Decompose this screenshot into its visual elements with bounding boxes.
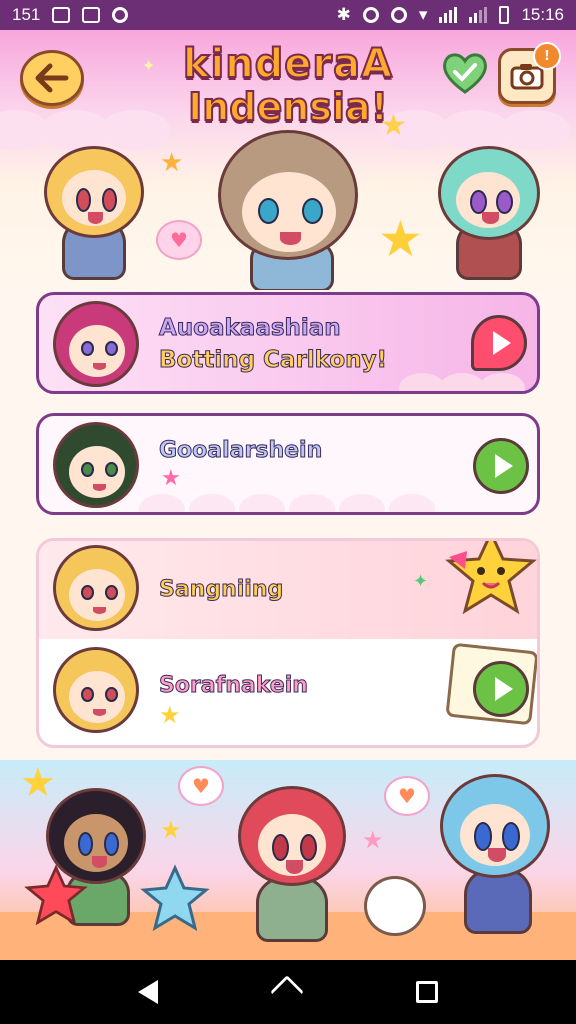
wifi-icon: ▾ [418, 5, 428, 24]
status-bar-right: ✱ ▾ 15:16 [337, 5, 564, 25]
alarm-icon [390, 7, 407, 23]
character-bottom-3 [430, 760, 560, 940]
heart-bubble-icon: ♥ [384, 776, 430, 816]
sparkle-icon: ✦ [142, 56, 156, 75]
card-1-subtitle: Botting Carlkony! [158, 347, 388, 374]
back-button[interactable] [20, 50, 84, 106]
status-bar-left: 151 [12, 5, 129, 25]
star-icon: ★ [378, 210, 423, 268]
star-mascot-icon [140, 864, 210, 932]
heart-bubble-icon: ♥ [178, 766, 224, 806]
status-bar: 151 ✱ ▾ 15:16 [0, 0, 576, 30]
play-icon [494, 454, 513, 478]
character-left [40, 140, 150, 290]
mail-icon [82, 7, 101, 23]
nav-recent-apps-icon[interactable] [415, 981, 438, 1003]
star-icon: ★ [362, 826, 384, 854]
settings-icon [112, 7, 129, 23]
navigation-bar [0, 960, 576, 1024]
nfc-icon [362, 7, 379, 23]
star-icon: ★ [160, 148, 184, 178]
menu-card-1[interactable]: Auoakaashian Botting Carlkony! [36, 292, 540, 394]
character-center [214, 126, 364, 290]
play-icon [494, 677, 513, 701]
character-bottom-2 [232, 780, 352, 950]
star-icon: ★ [380, 108, 407, 143]
character-right [430, 140, 550, 290]
characters-strip: ♥ ♥ ★ ★ ★ [0, 760, 576, 960]
gallery-icon [52, 7, 71, 23]
app-title-line1: kinderaA [182, 41, 394, 87]
signal-icon [439, 7, 458, 23]
round-mascot [364, 876, 426, 936]
nav-back-icon[interactable] [138, 980, 159, 1004]
card-1-title: Auoakaashian [159, 315, 342, 342]
card-2-title: Gooalarshein [158, 438, 323, 464]
star-mascot-icon [445, 541, 537, 615]
avatar [51, 420, 143, 512]
play-button[interactable] [473, 438, 529, 494]
star-mascot-icon [24, 864, 88, 926]
notification-badge: ! [533, 42, 561, 70]
arrow-left-icon [35, 63, 69, 93]
avatar [51, 645, 143, 737]
card-3-title: Sangniing [158, 577, 284, 603]
heart-bubble-icon: ♥ [156, 220, 202, 260]
notification-count: 151 [12, 5, 41, 24]
star-icon: ★ [159, 701, 181, 729]
nav-home-icon[interactable] [270, 975, 304, 1009]
bluetooth-icon: ✱ [336, 5, 351, 24]
heart-check-icon[interactable] [440, 50, 490, 96]
menu-card-3[interactable]: Sangniing ✦ Sorafnakein ★ [36, 538, 540, 748]
play-button[interactable] [473, 661, 529, 717]
sparkle-icon: ✦ [413, 571, 429, 592]
star-icon: ★ [160, 816, 182, 844]
play-icon [492, 331, 511, 355]
avatar [51, 299, 143, 391]
avatar [51, 543, 143, 635]
menu-card-2[interactable]: Gooalarshein ★ [36, 413, 540, 515]
signal-icon [469, 7, 488, 23]
star-icon: ★ [20, 760, 56, 806]
card-4-title: Sorafnakein [159, 673, 309, 699]
play-button[interactable] [471, 315, 527, 371]
header: kinderaA Indensia! ★ ✦ ! ♥ ★ ★ [0, 30, 576, 290]
battery-icon [499, 6, 510, 24]
status-time: 15:16 [521, 5, 564, 24]
star-icon: ★ [161, 466, 181, 491]
